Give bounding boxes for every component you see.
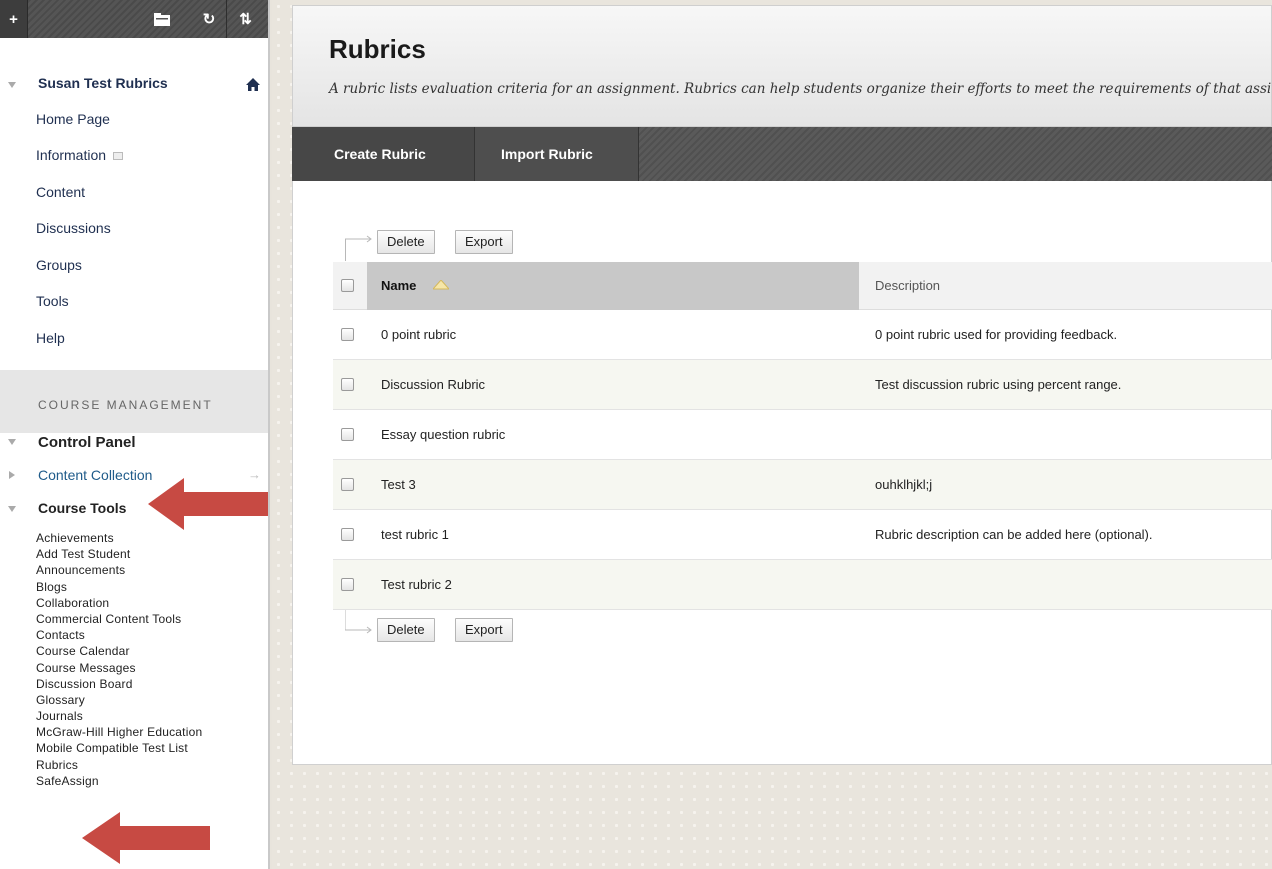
page-header: Rubrics A rubric lists evaluation criter… [292, 5, 1272, 127]
export-button-top[interactable]: Export [455, 230, 513, 254]
name-column-label[interactable]: Name [381, 278, 416, 293]
course-title[interactable]: Susan Test Rubrics [38, 75, 168, 91]
tool-glossary[interactable]: Glossary [36, 692, 202, 708]
row-checkbox[interactable] [341, 378, 354, 391]
rubric-description: Test discussion rubric using percent ran… [875, 377, 1122, 392]
expand-triangle-icon[interactable] [9, 471, 15, 479]
import-rubric-label: Import Rubric [501, 146, 593, 162]
control-panel-heading[interactable]: Control Panel [38, 434, 136, 451]
tool-discussion-board[interactable]: Discussion Board [36, 676, 202, 692]
tool-announcements[interactable]: Announcements [36, 562, 202, 578]
tool-journals[interactable]: Journals [36, 708, 202, 724]
connector-arrow-icon [345, 235, 372, 243]
tool-course-calendar[interactable]: Course Calendar [36, 643, 202, 659]
table-row: Test 3 ouhklhjkl;j [333, 460, 1272, 510]
row-checkbox[interactable] [341, 578, 354, 591]
tool-rubrics[interactable]: Rubrics [36, 757, 202, 773]
rubric-name[interactable]: Test 3 [381, 477, 416, 492]
description-column-label[interactable]: Description [875, 278, 940, 293]
tool-contacts[interactable]: Contacts [36, 627, 202, 643]
annotation-arrow-rubrics [82, 812, 210, 864]
tool-safeassign[interactable]: SafeAssign [36, 773, 202, 789]
menu-label: Information [36, 147, 107, 163]
select-all-checkbox[interactable] [341, 279, 354, 292]
tool-course-messages[interactable]: Course Messages [36, 660, 202, 676]
tool-achievements[interactable]: Achievements [36, 530, 202, 546]
rubric-description: Rubric description can be added here (op… [875, 527, 1153, 542]
table-row: Essay question rubric [333, 410, 1272, 460]
sort-arrows-icon: ⇅ [239, 11, 252, 28]
create-rubric-label: Create Rubric [334, 146, 426, 162]
table-row: 0 point rubric 0 point rubric used for p… [333, 310, 1272, 360]
create-rubric-button[interactable]: Create Rubric [292, 127, 475, 181]
tool-commercial-content-tools[interactable]: Commercial Content Tools [36, 611, 202, 627]
course-tools-heading[interactable]: Course Tools [38, 500, 126, 516]
rubric-name[interactable]: Test rubric 2 [381, 577, 452, 592]
connector-arrow-icon [345, 610, 372, 634]
content-collection-link[interactable]: Content Collection [38, 467, 152, 483]
tool-mcgraw-hill[interactable]: McGraw-Hill Higher Education [36, 724, 202, 740]
table-row: Discussion Rubric Test discussion rubric… [333, 360, 1272, 410]
page-title: Rubrics [329, 34, 426, 64]
table-row: Test rubric 2 [333, 560, 1272, 610]
page-description: A rubric lists evaluation criteria for a… [329, 81, 1272, 97]
tool-collaboration[interactable]: Collaboration [36, 595, 202, 611]
row-checkbox[interactable] [341, 328, 354, 341]
export-button-bottom[interactable]: Export [455, 618, 513, 642]
collapse-triangle-icon[interactable] [8, 82, 16, 88]
menu-content[interactable]: Content [36, 184, 85, 200]
folder-icon [154, 12, 170, 26]
menu-help[interactable]: Help [36, 330, 65, 346]
table-row: test rubric 1 Rubric description can be … [333, 510, 1272, 560]
plus-icon: + [9, 10, 18, 28]
tool-add-test-student[interactable]: Add Test Student [36, 546, 202, 562]
home-icon[interactable] [246, 78, 260, 91]
rubric-description: ouhklhjkl;j [875, 477, 933, 492]
rubrics-content-panel: Delete Export Name Description 0 point r… [292, 181, 1272, 765]
menu-information[interactable]: Information [36, 147, 123, 163]
course-menu: Susan Test Rubrics Home Page Information… [0, 38, 268, 370]
refresh-button[interactable]: ↻ [190, 0, 228, 38]
menu-tools[interactable]: Tools [36, 293, 69, 309]
menu-discussions[interactable]: Discussions [36, 220, 111, 236]
row-checkbox[interactable] [341, 478, 354, 491]
rubric-name[interactable]: Essay question rubric [381, 427, 505, 442]
course-management-panel: COURSE MANAGEMENT Control Panel Content … [0, 370, 268, 869]
tool-mobile-compatible-test-list[interactable]: Mobile Compatible Test List [36, 740, 202, 756]
rubric-description: 0 point rubric used for providing feedba… [875, 327, 1118, 342]
delete-button-top[interactable]: Delete [377, 230, 435, 254]
annotation-arrow-course-tools [148, 478, 268, 530]
course-sidebar: + ↻ ⇅ Susan Test Rubrics Home Page Infor… [0, 0, 270, 869]
folder-view-button[interactable] [143, 0, 181, 38]
course-tools-list: Achievements Add Test Student Announceme… [36, 530, 202, 789]
delete-button-bottom[interactable]: Delete [377, 618, 435, 642]
rubric-name[interactable]: Discussion Rubric [381, 377, 485, 392]
course-management-header: COURSE MANAGEMENT [38, 398, 213, 412]
reorder-button[interactable]: ⇅ [226, 0, 264, 38]
import-rubric-button[interactable]: Import Rubric [475, 127, 639, 181]
row-checkbox[interactable] [341, 528, 354, 541]
tool-blogs[interactable]: Blogs [36, 579, 202, 595]
rubric-name[interactable]: 0 point rubric [381, 327, 456, 342]
sort-ascending-icon[interactable] [433, 280, 449, 290]
refresh-icon: ↻ [202, 11, 216, 28]
menu-home-page[interactable]: Home Page [36, 111, 110, 127]
page-icon [112, 152, 123, 161]
menu-groups[interactable]: Groups [36, 257, 82, 273]
sidebar-toolbar: + ↻ ⇅ [0, 0, 268, 38]
add-menu-item-button[interactable]: + [0, 0, 28, 38]
rubric-name[interactable]: test rubric 1 [381, 527, 449, 542]
row-checkbox[interactable] [341, 428, 354, 441]
collapse-triangle-icon[interactable] [8, 439, 16, 445]
action-bar: Create Rubric Import Rubric [292, 127, 1272, 181]
collapse-triangle-icon[interactable] [8, 506, 16, 512]
